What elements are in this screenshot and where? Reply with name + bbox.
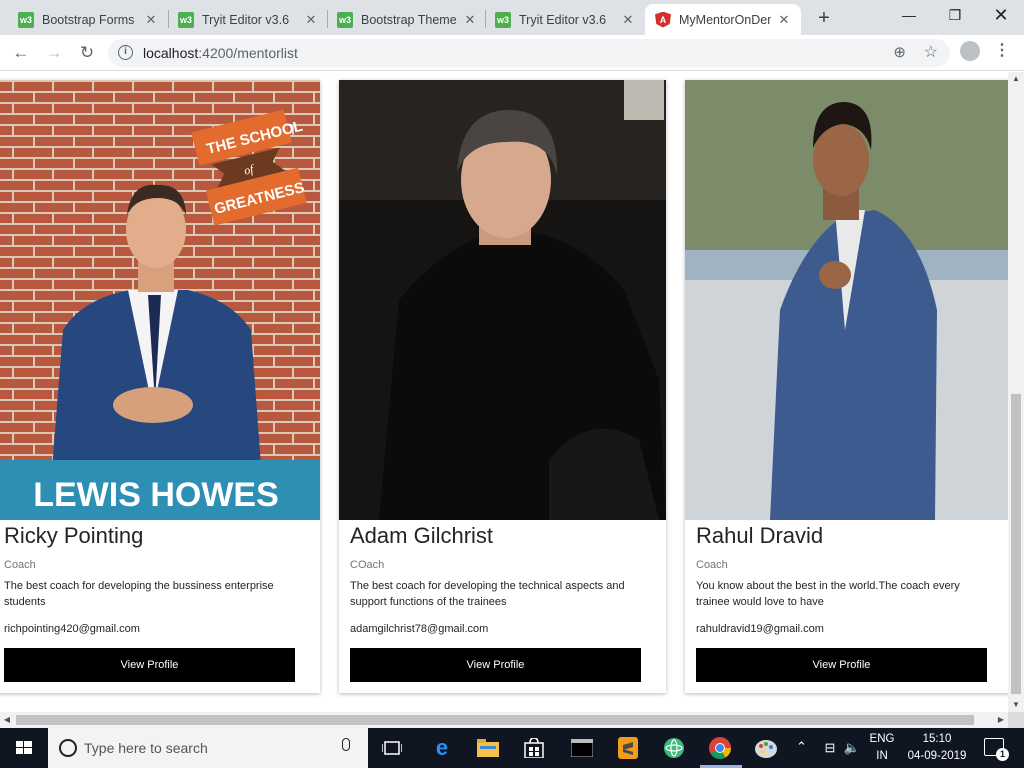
close-icon[interactable]: ✕ — [144, 12, 158, 28]
view-profile-button[interactable]: View Profile — [350, 648, 641, 682]
forward-button[interactable]: → — [42, 41, 66, 65]
mentor-role: Coach — [4, 559, 36, 571]
reload-button[interactable]: ↻ — [75, 41, 99, 65]
sublime-text-icon[interactable] — [614, 734, 642, 762]
mentor-card: Rahul Dravid Coach You know about the be… — [685, 80, 1008, 693]
start-button[interactable] — [0, 728, 48, 768]
mentor-photo — [685, 80, 1008, 520]
new-tab-button[interactable]: + — [812, 6, 836, 30]
search-placeholder: Type here to search — [84, 740, 208, 756]
menu-kebab-icon[interactable]: ⋮ — [993, 40, 1011, 64]
close-icon[interactable]: ✕ — [304, 12, 318, 28]
mentor-role: COach — [350, 559, 385, 571]
w3-icon: w3 — [178, 11, 194, 28]
angular-icon: A — [655, 11, 671, 28]
notification-count-badge: 1 — [996, 748, 1009, 761]
browser-tab[interactable]: w3 Bootstrap Forms ✕ — [8, 4, 168, 35]
tab-label: Bootstrap Forms — [42, 12, 135, 27]
scroll-right-arrow-icon[interactable]: ▶ — [994, 712, 1008, 728]
edge-browser-icon[interactable]: e — [428, 734, 456, 762]
w3-icon: w3 — [18, 11, 34, 28]
browser-toolbar: ← → ↻ i localhost:4200/mentorlist ⊕ ☆ — [0, 35, 1024, 71]
chrome-icon[interactable] — [706, 734, 734, 762]
windows-taskbar: Type here to search e ⌃ ⊟ 🔈 ENG IN 15:10… — [0, 728, 1024, 768]
page-viewport: THE SCHOOL of GREATNESS LEWIS HOWES Rick… — [0, 72, 1008, 712]
close-window-button[interactable]: ✕ — [978, 0, 1024, 30]
paint-icon[interactable] — [752, 734, 780, 762]
horizontal-scroll-thumb[interactable] — [16, 715, 974, 725]
clock-date[interactable]: 04-09-2019 — [902, 750, 972, 762]
close-icon[interactable]: ✕ — [777, 12, 791, 28]
show-hidden-icons-chevron-icon[interactable]: ⌃ — [796, 739, 807, 755]
scroll-left-arrow-icon[interactable]: ◀ — [0, 712, 14, 728]
mentor-role: Coach — [696, 559, 728, 571]
scroll-down-arrow-icon[interactable]: ▼ — [1008, 698, 1024, 712]
restore-button[interactable]: ❐ — [932, 0, 978, 30]
scrollbar-corner — [1008, 712, 1024, 728]
vertical-scrollbar[interactable]: ▲ ▼ — [1008, 72, 1024, 712]
tab-label: Tryit Editor v3.6 — [519, 12, 607, 27]
back-button[interactable]: ← — [9, 41, 33, 65]
url-path: :4200/mentorlist — [198, 45, 298, 61]
view-profile-button[interactable]: View Profile — [4, 648, 295, 682]
mentor-photo: THE SCHOOL of GREATNESS LEWIS HOWES — [0, 80, 320, 520]
browser-tab-active[interactable]: A MyMentorOnDem ✕ — [645, 4, 801, 35]
tab-strip: w3 Bootstrap Forms ✕ w3 Tryit Editor v3.… — [0, 0, 1024, 35]
file-explorer-icon[interactable] — [474, 734, 502, 762]
browser-tab[interactable]: w3 Tryit Editor v3.6 ✕ — [168, 4, 328, 35]
address-bar[interactable]: i localhost:4200/mentorlist ⊕ ☆ — [108, 39, 950, 67]
taskbar-search-box[interactable]: Type here to search — [48, 728, 368, 768]
language-indicator-top[interactable]: ENG — [866, 733, 898, 745]
bookmark-star-icon[interactable]: ☆ — [924, 42, 938, 62]
action-center-icon[interactable]: 1 — [984, 738, 1009, 761]
mentor-email: richpointing420@gmail.com — [4, 623, 140, 635]
mentor-description: The best coach for developing the techni… — [350, 580, 625, 608]
close-icon[interactable]: ✕ — [463, 12, 477, 28]
url-text: localhost:4200/mentorlist — [143, 45, 298, 61]
atom-icon[interactable] — [660, 734, 688, 762]
mentor-description: The best coach for developing the bussin… — [4, 580, 274, 608]
terminal-icon[interactable] — [568, 734, 596, 762]
language-indicator-bottom[interactable]: IN — [866, 750, 898, 762]
volume-icon[interactable]: 🔈 — [838, 734, 866, 762]
info-icon[interactable]: i — [118, 45, 133, 60]
w3-icon: w3 — [495, 11, 511, 28]
task-view-icon[interactable] — [378, 734, 406, 762]
vertical-scroll-thumb[interactable] — [1011, 394, 1021, 694]
mentor-photo — [339, 80, 666, 520]
profile-avatar[interactable] — [960, 41, 980, 61]
microphone-icon[interactable] — [342, 738, 350, 751]
photo-caption: LEWIS HOWES — [33, 476, 279, 514]
mentor-card: THE SCHOOL of GREATNESS LEWIS HOWES Rick… — [0, 80, 320, 693]
clock-time[interactable]: 15:10 — [902, 733, 972, 745]
windows-logo-icon — [16, 741, 32, 754]
w3-icon: w3 — [337, 11, 353, 28]
horizontal-scrollbar[interactable]: ◀ ▶ — [0, 712, 1008, 728]
browser-tab[interactable]: w3 Bootstrap Theme ✕ — [327, 4, 487, 35]
browser-tab[interactable]: w3 Tryit Editor v3.6 ✕ — [485, 4, 645, 35]
mentor-email: rahuldravid19@gmail.com — [696, 623, 824, 635]
zoom-icon[interactable]: ⊕ — [893, 43, 906, 61]
mentor-name: Ricky Pointing — [4, 523, 144, 548]
close-icon[interactable]: ✕ — [621, 12, 635, 28]
mentor-email: adamgilchrist78@gmail.com — [350, 623, 489, 635]
mentor-name: Adam Gilchrist — [350, 523, 494, 548]
minimize-button[interactable]: — — [886, 0, 932, 30]
tab-label: Bootstrap Theme — [361, 12, 457, 27]
tab-label: Tryit Editor v3.6 — [202, 12, 290, 27]
url-host: localhost — [143, 45, 199, 61]
scroll-up-arrow-icon[interactable]: ▲ — [1008, 72, 1024, 86]
tab-label: MyMentorOnDem — [679, 12, 771, 27]
mentor-description: You know about the best in the world.The… — [696, 580, 960, 608]
cortana-icon — [59, 739, 77, 757]
store-icon[interactable] — [520, 734, 548, 762]
view-profile-button[interactable]: View Profile — [696, 648, 987, 682]
mentor-card: Adam Gilchrist COach The best coach for … — [339, 80, 666, 693]
mentor-name: Rahul Dravid — [696, 523, 824, 548]
